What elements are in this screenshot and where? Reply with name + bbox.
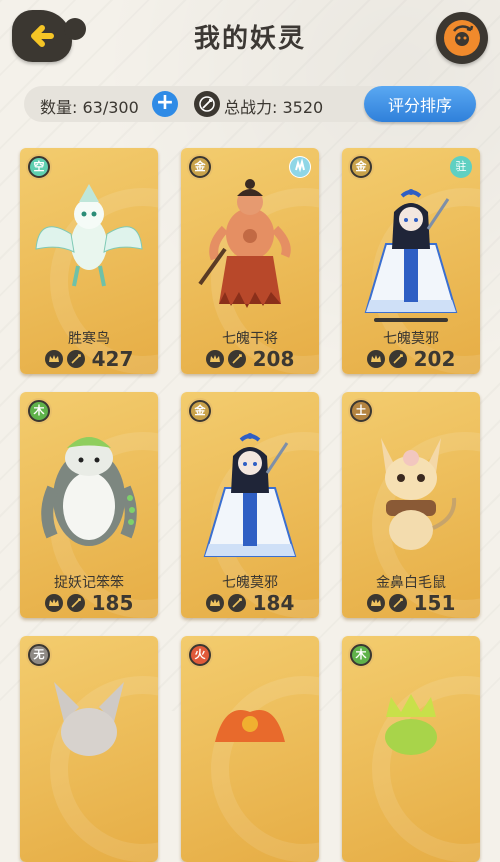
pet-name: 捉妖记笨笨 [54,575,124,591]
sword-icon [66,594,85,612]
sword-icon [227,594,246,612]
sword-icon [388,350,407,368]
pet-power-value: 185 [91,591,134,615]
pet-card[interactable]: 木 [342,636,480,862]
pet-power-value: 184 [252,591,295,615]
green-creature-figure [385,694,437,755]
pet-card[interactable]: 无 [20,636,158,862]
crown-icon [366,594,385,612]
pet-name: 胜寒鸟 [68,331,110,347]
crown-icon [205,594,224,612]
sword-icon [227,350,246,368]
pet-power-row: 151 [342,591,480,615]
pet-card[interactable]: 金 七魄干将 208 [181,148,319,374]
pet-card[interactable]: 土 金鼻白毛鼠 151 [342,392,480,618]
sword-icon [388,594,407,612]
pet-power-value: 427 [91,347,134,371]
pet-power-row: 202 [342,347,480,371]
fire-creature-figure [215,710,285,742]
pet-power-value: 208 [252,347,295,371]
white-bird-figure [35,184,143,287]
pet-card[interactable]: 金 七魄莫邪 184 [181,392,319,618]
pet-card[interactable]: 火 [181,636,319,862]
pet-name: 金鼻白毛鼠 [376,575,446,591]
pet-name: 七魄莫邪 [222,575,278,591]
crown-icon [366,350,385,368]
white-yeti-figure [41,437,137,546]
gray-wolf-figure [54,682,124,756]
pet-power-row: 208 [181,347,319,371]
selected-indicator [374,318,448,322]
mouse-figure [381,438,457,550]
warrior-figure [198,179,291,308]
pet-card[interactable]: 金驻 七魄莫邪 202 [342,148,480,374]
pet-power-row: 185 [20,591,158,615]
pet-power-value: 151 [413,591,456,615]
pet-power-row: 427 [20,347,158,371]
sword-icon [66,350,85,368]
blue-girl-figure [203,433,297,557]
pet-power-value: 202 [413,347,456,371]
crown-icon [44,594,63,612]
crown-icon [205,350,224,368]
pet-grid: 空 胜寒鸟 427 金 七魄干将 208 金驻 七魄莫邪 202 木 捉妖记笨笨… [0,0,500,862]
pet-name: 七魄莫邪 [383,331,439,347]
pet-name: 七魄干将 [222,331,278,347]
blue-girl-figure [364,189,458,313]
pet-power-row: 184 [181,591,319,615]
crown-icon [44,350,63,368]
pet-card[interactable]: 木 捉妖记笨笨 185 [20,392,158,618]
pet-card[interactable]: 空 胜寒鸟 427 [20,148,158,374]
